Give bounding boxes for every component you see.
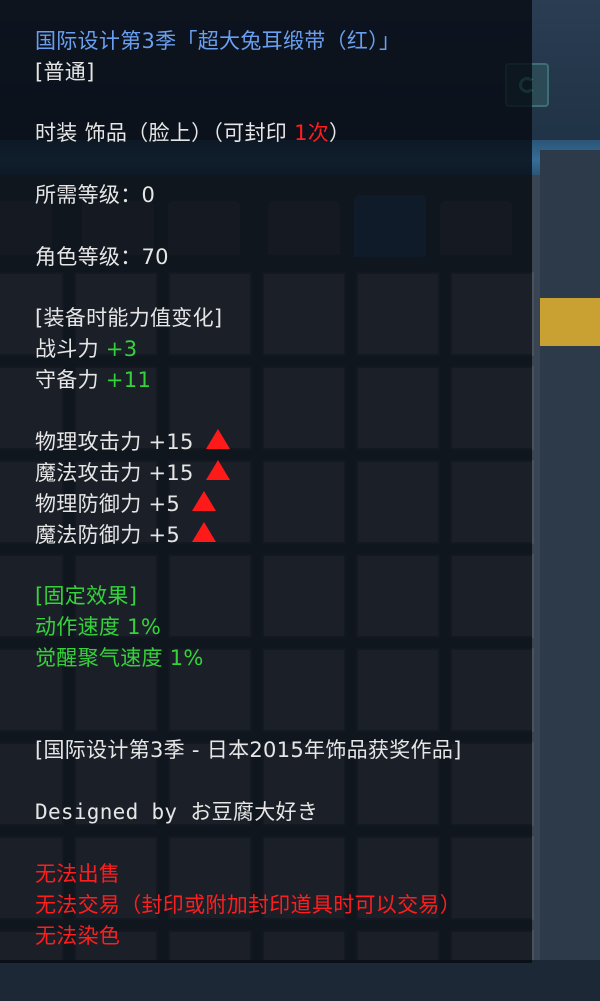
stat-attribute-row: 魔法攻击力 +15 xyxy=(35,460,230,486)
stat-attribute-label: 物理防御力 +5 xyxy=(35,492,181,516)
defense-power-label: 守备力 xyxy=(35,368,99,392)
stat-attribute-label: 魔法攻击力 +15 xyxy=(35,461,194,485)
designer-credit: Designed by お豆腐大好き xyxy=(35,800,319,824)
fixed-effect-line: 动作速度 1% xyxy=(35,615,162,639)
item-type-suffix: ） xyxy=(329,121,351,145)
stat-attribute-row: 物理攻击力 +15 xyxy=(35,429,230,455)
combat-power-value: +3 xyxy=(105,337,138,361)
item-type-prefix: 时装 饰品（脸上）（可封印 xyxy=(35,121,295,145)
award-description: [国际设计第3季 - 日本2015年饰品获奖作品] xyxy=(35,738,462,762)
stat-attribute-label: 魔法防御力 +5 xyxy=(35,523,181,547)
stat-up-icon xyxy=(192,522,217,542)
stat-up-icon xyxy=(205,429,230,449)
stat-attribute-row: 物理防御力 +5 xyxy=(35,491,217,517)
stat-change-header: [装备时能力值变化] xyxy=(35,306,223,330)
combat-power-label: 战斗力 xyxy=(35,337,99,361)
item-rarity: [普通] xyxy=(35,60,95,84)
restriction-line: 无法交易（封印或附加封印道具时可以交易） xyxy=(35,893,461,917)
stat-up-icon xyxy=(205,460,230,480)
seal-count: 1次 xyxy=(294,121,330,145)
restriction-line: 无法出售 xyxy=(35,862,121,886)
defense-power: 守备力 +11 xyxy=(35,367,151,393)
item-type: 时装 饰品（脸上）（可封印 1次） xyxy=(35,120,350,146)
fixed-effect-header: [固定效果] xyxy=(35,584,138,608)
stat-up-icon xyxy=(192,491,217,511)
character-level: 角色等级：70 xyxy=(35,245,169,269)
combat-power: 战斗力 +3 xyxy=(35,336,137,362)
stat-attribute-row: 魔法防御力 +5 xyxy=(35,522,217,548)
fixed-effect-line: 觉醒聚气速度 1% xyxy=(35,646,204,670)
item-name: 国际设计第3季「超大兔耳缎带（红）」 xyxy=(35,29,401,53)
required-level: 所需等级：0 xyxy=(35,183,156,207)
restriction-line: 无法染色 xyxy=(35,924,121,948)
stat-attribute-label: 物理攻击力 +15 xyxy=(35,430,194,454)
defense-power-value: +11 xyxy=(105,368,152,392)
item-tooltip-content: 国际设计第3季「超大兔耳缎带（红）」 [普通] 时装 饰品（脸上）（可封印 1次… xyxy=(0,0,600,1001)
